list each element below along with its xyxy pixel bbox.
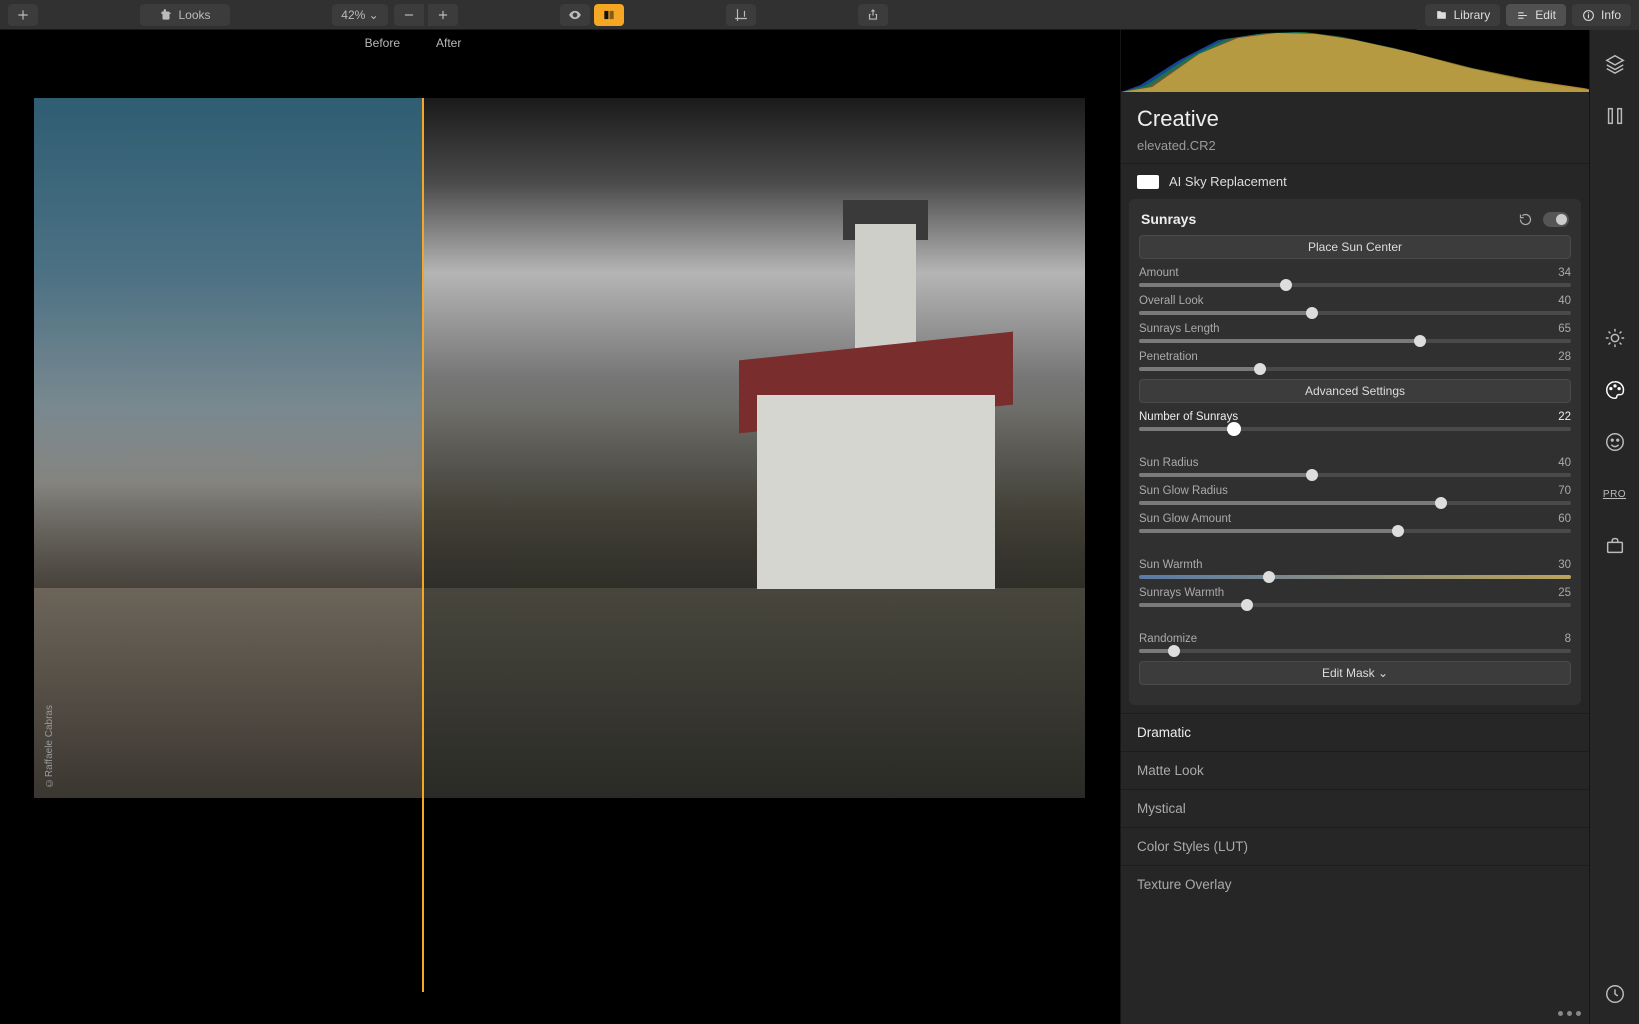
slider-sun-glow-amount[interactable]: Sun Glow Amount60	[1139, 513, 1571, 533]
slider-randomize[interactable]: Randomize8	[1139, 633, 1571, 653]
histogram[interactable]	[1121, 30, 1589, 92]
tool-title: Sunrays	[1141, 211, 1196, 227]
history-icon[interactable]	[1599, 978, 1631, 1010]
image-viewport: Before After ©Raffaele Cabras	[0, 30, 1120, 1024]
canvas[interactable]: ©Raffaele Cabras	[34, 98, 1085, 798]
sky-swatch	[1137, 175, 1159, 189]
zoom-out-button[interactable]	[394, 4, 424, 26]
slider-sun-radius[interactable]: Sun Radius40	[1139, 457, 1571, 477]
tool-sunrays: Sunrays Place Sun Center Amount34 Overal…	[1129, 199, 1581, 705]
looks-label: Looks	[178, 8, 210, 22]
section-title: Creative	[1121, 92, 1589, 138]
after-label: After	[418, 36, 461, 50]
crop-button[interactable]	[726, 4, 756, 26]
category-strip: PRO	[1589, 30, 1639, 1024]
filter-texture-overlay[interactable]: Texture Overlay	[1121, 865, 1589, 903]
slider-sunrays-length[interactable]: Sunrays Length65	[1139, 323, 1571, 343]
filter-ai-sky-replacement[interactable]: AI Sky Replacement	[1121, 163, 1589, 199]
edit-panel: Creative elevated.CR2 AI Sky Replacement…	[1120, 30, 1589, 1024]
palette-icon[interactable]	[1599, 374, 1631, 406]
looks-button[interactable]: Looks	[140, 4, 230, 26]
filters-list: Dramatic Matte Look Mystical Color Style…	[1121, 713, 1589, 903]
before-after-divider[interactable]	[422, 98, 424, 992]
slider-overall-look[interactable]: Overall Look40	[1139, 295, 1571, 315]
filename: elevated.CR2	[1121, 138, 1589, 163]
mode-tabs: Library Edit Info	[1417, 0, 1639, 30]
advanced-settings-button[interactable]: Advanced Settings	[1139, 379, 1571, 403]
slider-sun-glow-radius[interactable]: Sun Glow Radius70	[1139, 485, 1571, 505]
slider-sun-warmth[interactable]: Sun Warmth30	[1139, 559, 1571, 579]
filter-mystical[interactable]: Mystical	[1121, 789, 1589, 827]
slider-number-of-sunrays[interactable]: Number of Sunrays22	[1139, 411, 1571, 431]
overflow-menu-icon[interactable]	[1558, 1011, 1581, 1016]
filter-matte-look[interactable]: Matte Look	[1121, 751, 1589, 789]
reset-icon[interactable]	[1518, 212, 1533, 227]
slider-penetration[interactable]: Penetration28	[1139, 351, 1571, 371]
zoom-in-button[interactable]	[428, 4, 458, 26]
top-toolbar: Looks 42% ⌄	[0, 0, 1639, 30]
tab-edit[interactable]: Edit	[1506, 4, 1566, 26]
slider-sunrays-warmth[interactable]: Sunrays Warmth25	[1139, 587, 1571, 607]
sun-icon[interactable]	[1599, 322, 1631, 354]
filter-color-styles[interactable]: Color Styles (LUT)	[1121, 827, 1589, 865]
share-button[interactable]	[858, 4, 888, 26]
slider-amount[interactable]: Amount34	[1139, 267, 1571, 287]
zoom-level[interactable]: 42% ⌄	[332, 4, 388, 26]
preview-button[interactable]	[560, 4, 590, 26]
image-credit: ©Raffaele Cabras	[44, 705, 55, 788]
tool-toggle[interactable]	[1543, 212, 1569, 227]
face-icon[interactable]	[1599, 426, 1631, 458]
pro-badge[interactable]: PRO	[1599, 478, 1631, 510]
edit-mask-button[interactable]: Edit Mask ⌄	[1139, 661, 1571, 685]
tab-info[interactable]: Info	[1572, 4, 1631, 26]
tab-library[interactable]: Library	[1425, 4, 1501, 26]
before-after-button[interactable]	[594, 4, 624, 26]
layers-icon[interactable]	[1599, 48, 1631, 80]
add-button[interactable]	[8, 4, 38, 26]
place-sun-center-button[interactable]: Place Sun Center	[1139, 235, 1571, 259]
briefcase-icon[interactable]	[1599, 530, 1631, 562]
columns-icon[interactable]	[1599, 100, 1631, 132]
before-label: Before	[0, 36, 418, 50]
filter-dramatic[interactable]: Dramatic	[1121, 713, 1589, 751]
